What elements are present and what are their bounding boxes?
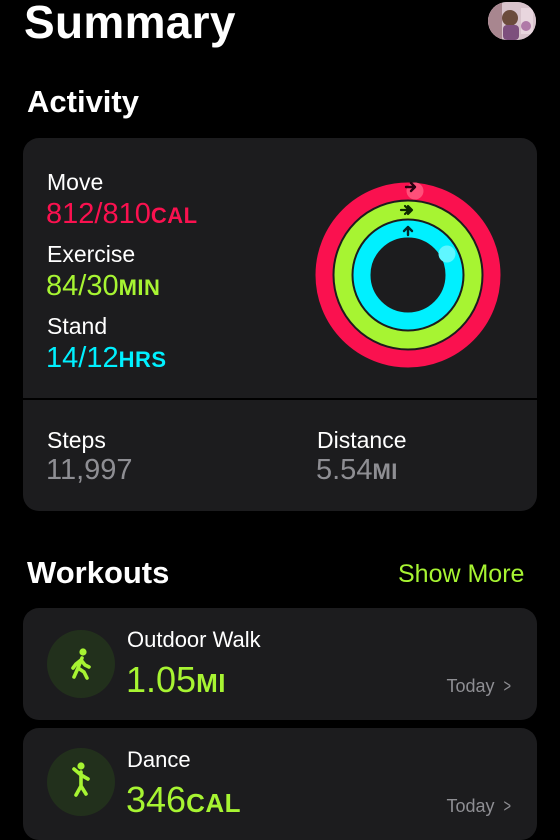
move-ring-overlap (406, 182, 424, 200)
workout-date-label: Today (446, 796, 495, 816)
move-label: Move (47, 169, 104, 195)
workout-row[interactable]: Dance 346CAL Today > (23, 728, 537, 840)
chevron-right-icon: > (504, 796, 512, 816)
distance-label: Distance (317, 427, 407, 453)
stand-ring-overlap (438, 245, 456, 263)
stand-value: 14/12HRS (46, 342, 167, 376)
move-value: 812/810CAL (46, 198, 198, 232)
exercise-value-unit: MIN (118, 275, 161, 300)
distance-value-unit: MI (372, 459, 398, 484)
walking-figure-icon (71, 648, 91, 680)
workout-value: 346CAL (126, 780, 241, 823)
workout-value-number: 1.05 (126, 659, 197, 700)
stand-ring (353, 220, 463, 330)
activity-divider (23, 398, 537, 400)
exercise-value-number: 84/30 (46, 270, 119, 302)
stand-value-number: 14/12 (46, 342, 119, 374)
workout-name: Outdoor Walk (127, 627, 261, 652)
chevron-right-icon: > (504, 676, 512, 696)
activity-heading: Activity (27, 84, 139, 119)
workout-icon-badge (47, 630, 115, 698)
activity-rings[interactable] (315, 177, 501, 374)
page-title: Summary (24, 0, 236, 48)
steps-label: Steps (47, 427, 106, 453)
show-more-link[interactable]: Show More (398, 558, 524, 590)
workout-icon-badge (47, 748, 115, 816)
dancing-figure-icon (72, 762, 90, 797)
move-value-unit: CAL (150, 203, 198, 228)
steps-value: 11,997 (46, 454, 133, 486)
distance-value-number: 5.54 (316, 454, 373, 486)
workout-value: 1.05MI (126, 660, 226, 703)
distance-value: 5.54MI (316, 454, 398, 488)
workout-date: Today > (446, 794, 513, 818)
move-value-number: 812/810 (46, 198, 151, 230)
exercise-value: 84/30MIN (46, 270, 160, 304)
stand-value-unit: HRS (118, 347, 167, 372)
workout-row[interactable]: Outdoor Walk 1.05MI Today > (23, 608, 537, 720)
avatar-image (488, 2, 536, 40)
avatar[interactable] (488, 2, 536, 40)
workout-name: Dance (127, 747, 191, 772)
workout-date: Today > (446, 674, 513, 698)
workout-value-unit: MI (196, 668, 226, 698)
stand-label: Stand (47, 313, 108, 339)
exercise-label: Exercise (47, 241, 136, 267)
activity-card[interactable]: Move 812/810CAL Exercise 84/30MIN Stand … (23, 138, 537, 511)
workout-date-label: Today (446, 676, 495, 696)
workouts-heading: Workouts (27, 555, 170, 590)
workout-value-unit: CAL (186, 788, 242, 818)
